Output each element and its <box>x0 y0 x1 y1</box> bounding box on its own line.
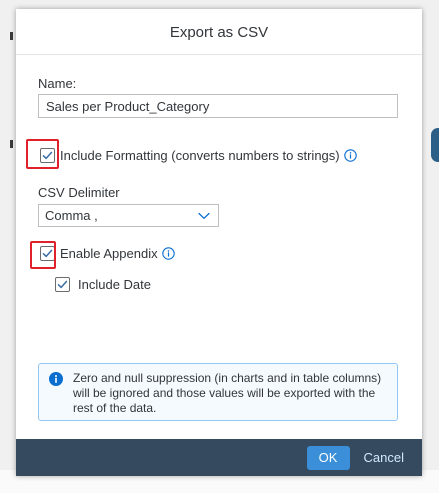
enable-appendix-checkbox-row[interactable]: Enable Appendix <box>40 246 175 261</box>
csv-delimiter-value: Comma , <box>45 208 98 223</box>
dialog-title: Export as CSV <box>169 24 269 41</box>
info-message-text: Zero and null suppression (in charts and… <box>73 371 382 415</box>
include-date-checkbox-row[interactable]: Include Date <box>55 277 151 292</box>
name-label: Name: <box>38 76 77 91</box>
ok-button[interactable]: OK <box>306 445 350 470</box>
dialog-footer: OK Cancel <box>16 439 422 476</box>
csv-delimiter-select[interactable]: Comma , <box>38 204 219 227</box>
checkmark-icon <box>57 280 68 289</box>
export-csv-dialog: Export as CSV Name: Include Formatting (… <box>16 9 422 476</box>
enable-appendix-checkbox[interactable] <box>40 246 55 261</box>
csv-delimiter-label: CSV Delimiter <box>38 185 120 200</box>
checkmark-icon <box>42 151 53 160</box>
include-date-checkbox[interactable] <box>55 277 70 292</box>
enable-appendix-label: Enable Appendix <box>60 246 158 261</box>
background-app-edge <box>10 140 13 148</box>
checkmark-icon <box>42 249 53 258</box>
info-message-strip: Zero and null suppression (in charts and… <box>38 363 398 421</box>
background-app-edge <box>10 32 13 40</box>
info-filled-icon <box>49 372 63 386</box>
background-app-element <box>431 128 439 162</box>
include-formatting-label: Include Formatting (converts numbers to … <box>60 148 340 163</box>
include-date-label: Include Date <box>78 277 151 292</box>
cancel-button[interactable]: Cancel <box>356 446 408 470</box>
include-formatting-checkbox[interactable] <box>40 148 55 163</box>
info-icon[interactable] <box>161 247 175 260</box>
name-input[interactable] <box>38 94 398 118</box>
info-icon[interactable] <box>343 149 357 162</box>
include-formatting-checkbox-row[interactable]: Include Formatting (converts numbers to … <box>40 148 357 163</box>
chevron-down-icon <box>198 212 210 219</box>
dialog-header: Export as CSV <box>16 9 422 55</box>
